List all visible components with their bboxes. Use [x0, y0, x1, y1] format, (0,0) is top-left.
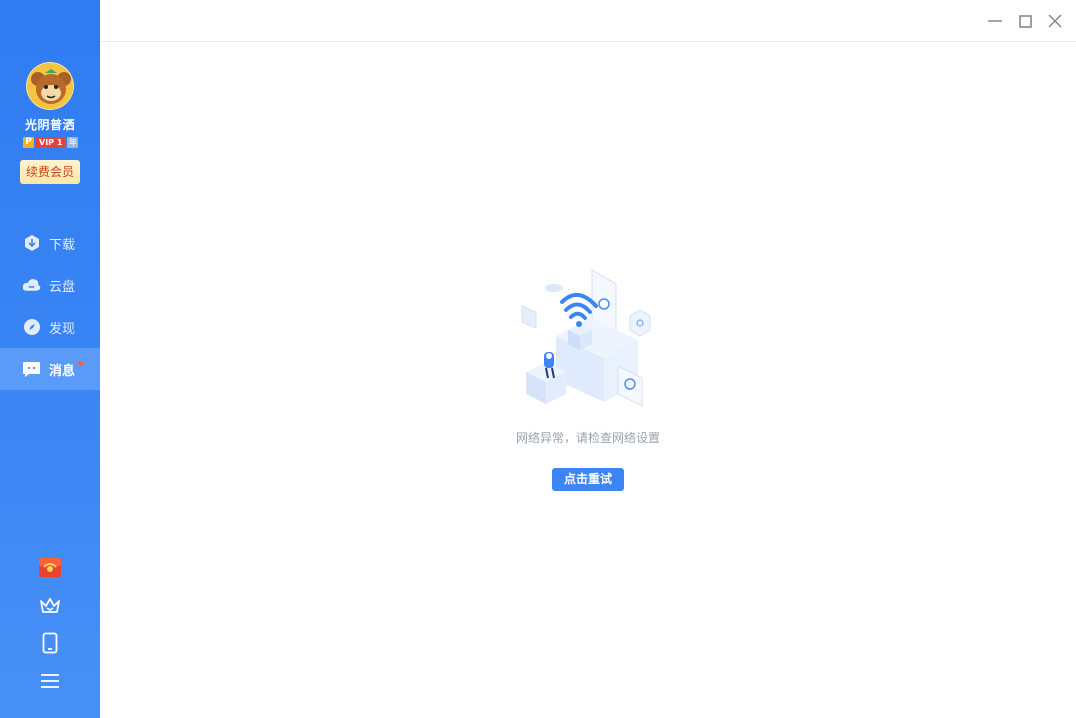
- maximize-icon[interactable]: [1016, 12, 1034, 30]
- p-badge: P: [23, 136, 34, 148]
- message-icon: [22, 360, 41, 379]
- sidebar-item-label: 云盘: [49, 279, 76, 295]
- close-icon[interactable]: [1046, 12, 1064, 30]
- username: 光阴普洒: [24, 118, 75, 132]
- cloud-icon: [22, 276, 41, 295]
- sidebar-bottom-tools: [0, 548, 100, 700]
- crown-icon[interactable]: [0, 586, 100, 624]
- retry-button[interactable]: 点击重试: [552, 468, 624, 491]
- sidebar-item-discover[interactable]: 发现: [0, 306, 100, 348]
- minimize-icon[interactable]: [986, 12, 1004, 30]
- notification-dot: [78, 361, 83, 366]
- title-bar: [100, 0, 1076, 42]
- sidebar-item-cloud[interactable]: 云盘: [0, 264, 100, 306]
- sidebar: 光阴普洒 P VIP 1 年 续费会员 下载 云盘 发现 消息: [0, 0, 100, 718]
- app-window: 光阴普洒 P VIP 1 年 续费会员 下载 云盘 发现 消息 网络异常，请检查…: [0, 0, 1076, 718]
- avatar[interactable]: [26, 62, 74, 110]
- year-badge: 年: [67, 136, 79, 148]
- sidebar-nav: 下载 云盘 发现 消息: [0, 222, 100, 390]
- membership-badges: P VIP 1 年: [23, 136, 79, 148]
- sidebar-item-messages[interactable]: 消息: [0, 348, 100, 390]
- sidebar-item-label: 消息: [49, 363, 76, 379]
- sidebar-item-download[interactable]: 下载: [0, 222, 100, 264]
- sidebar-item-label: 下载: [49, 237, 76, 253]
- network-error-message: 网络异常，请检查网络设置: [515, 431, 660, 445]
- compass-icon: [22, 318, 41, 337]
- sidebar-item-label: 发现: [49, 321, 76, 337]
- gift-icon[interactable]: [0, 548, 100, 586]
- network-error-illustration: [518, 266, 658, 410]
- vip-badge: VIP 1: [36, 136, 66, 148]
- renew-membership-button[interactable]: 续费会员: [20, 160, 80, 184]
- download-icon: [22, 234, 41, 253]
- main-content: 网络异常，请检查网络设置 点击重试: [100, 42, 1076, 718]
- phone-icon[interactable]: [0, 624, 100, 662]
- menu-icon[interactable]: [0, 662, 100, 700]
